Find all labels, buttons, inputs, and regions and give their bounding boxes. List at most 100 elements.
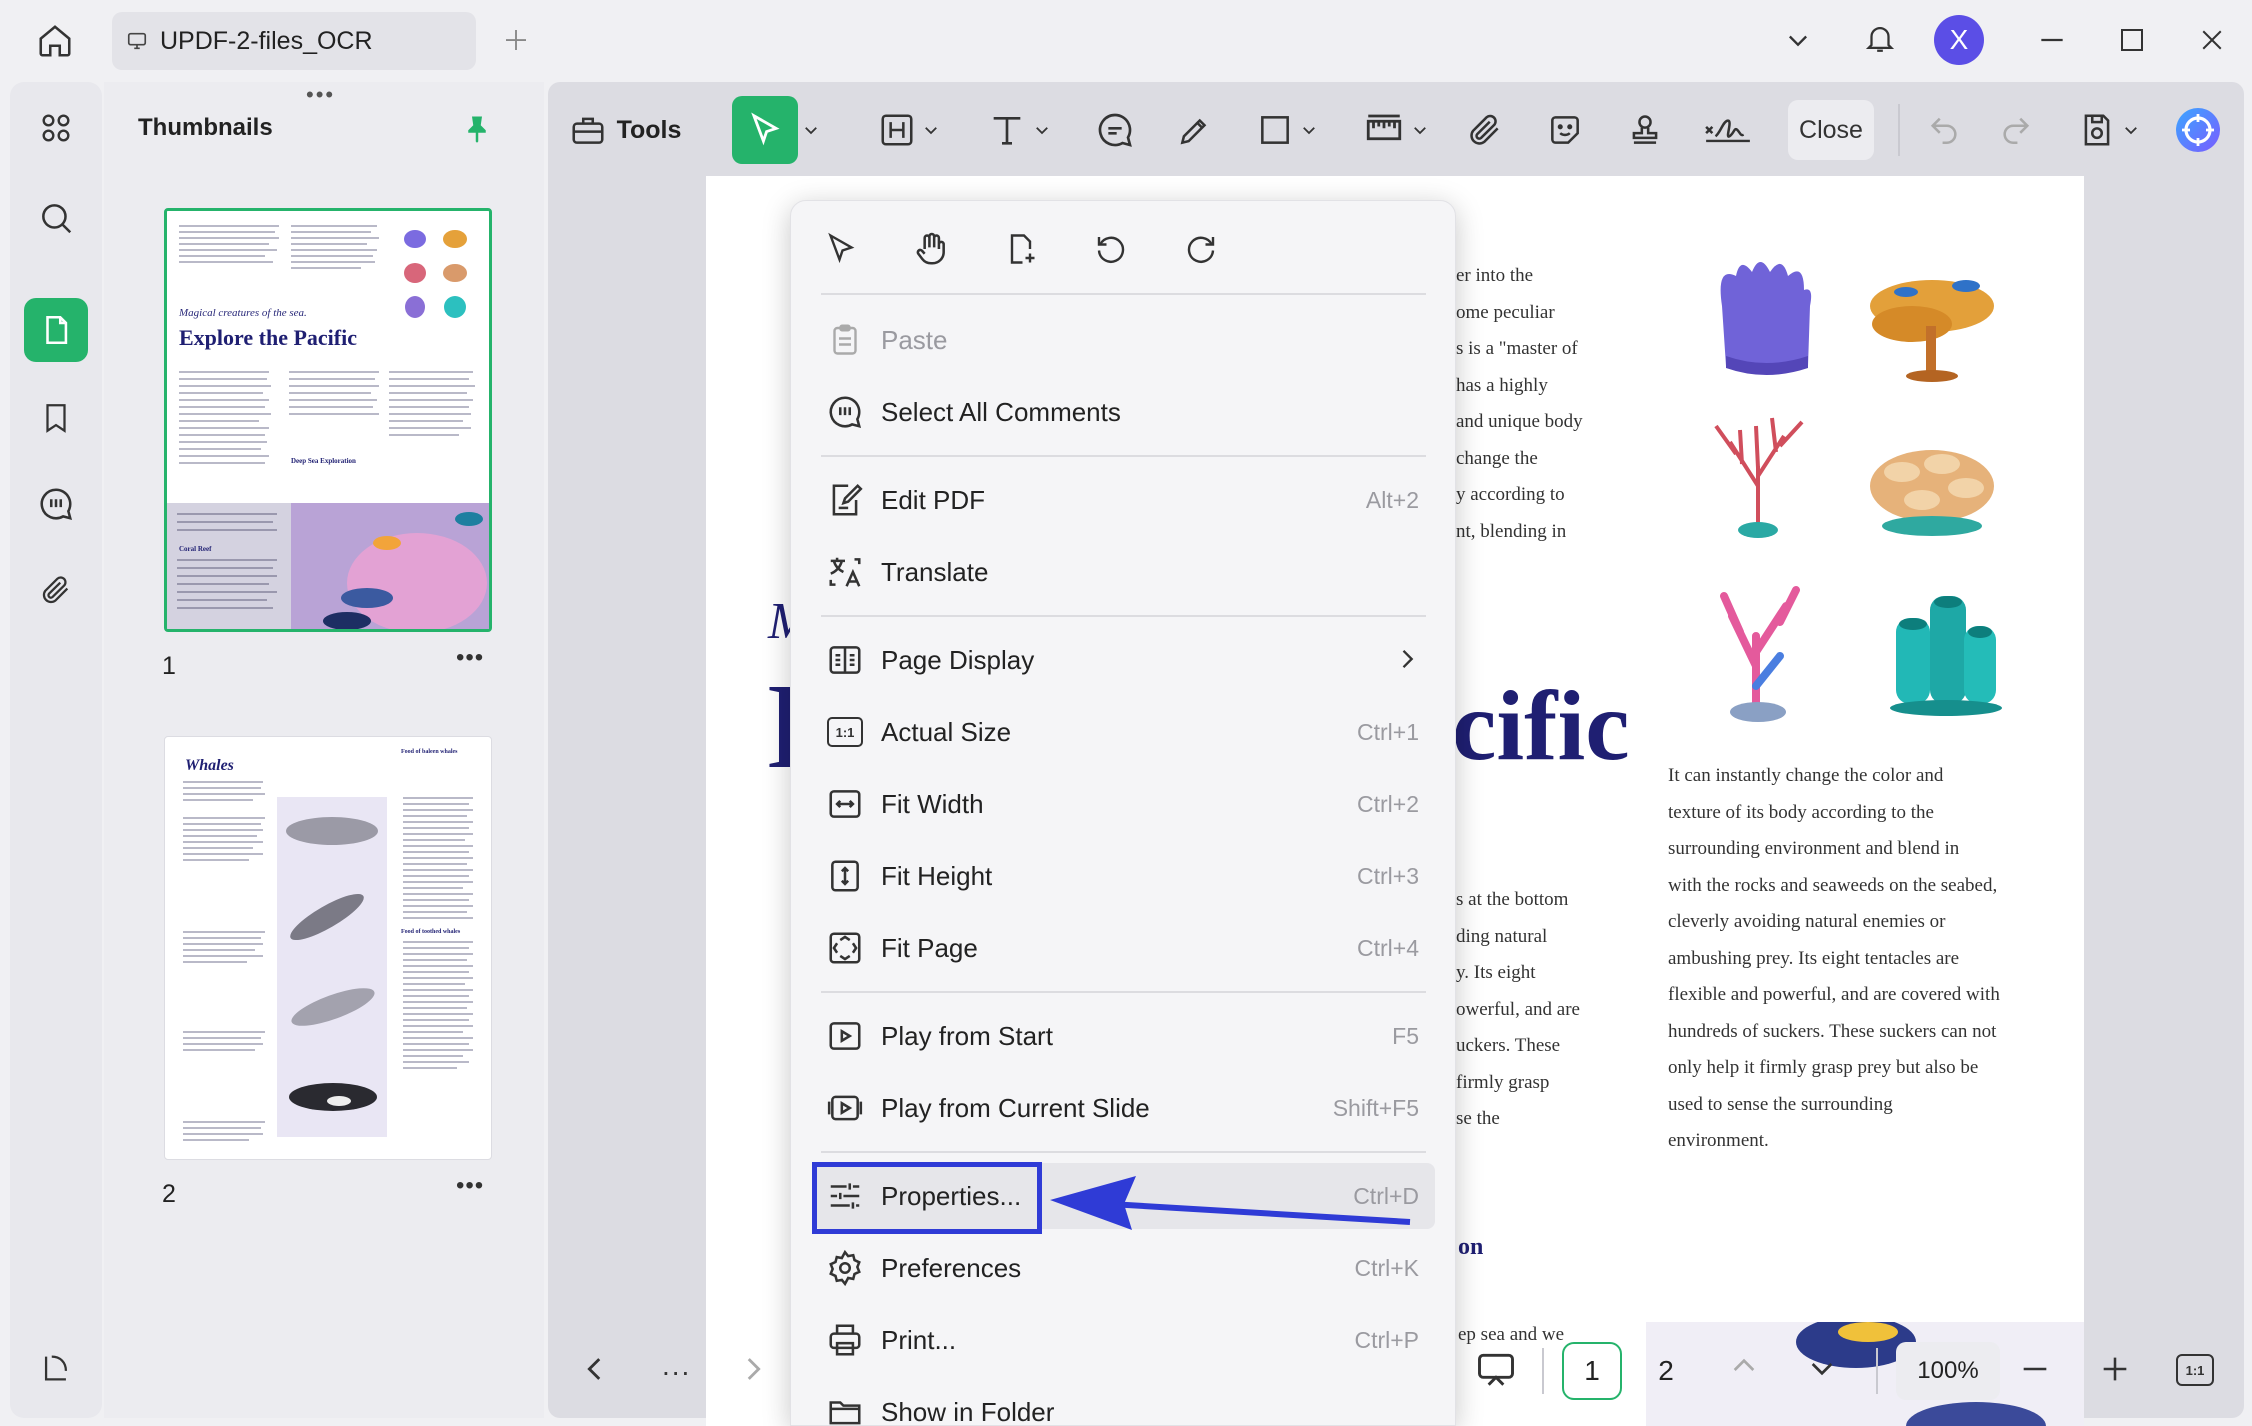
text-tool-icon[interactable]	[974, 92, 1064, 168]
menu-item-fit-page[interactable]: Fit Page Ctrl+4	[813, 915, 1435, 981]
page-button-2[interactable]: 2	[1636, 1342, 1696, 1400]
menu-item-page-display[interactable]: Page Display	[813, 627, 1435, 693]
tools-button[interactable]: Tools	[562, 92, 688, 168]
folder-icon	[823, 1390, 867, 1426]
comment-tool-icon[interactable]	[1082, 92, 1148, 168]
chevron-down-icon[interactable]	[1778, 20, 1818, 60]
updf-logo-icon[interactable]	[24, 1336, 88, 1400]
add-page-icon[interactable]	[995, 223, 1047, 275]
chevron-left-icon[interactable]	[578, 1352, 612, 1386]
document-tab[interactable]: UPDF-2-files_OCR	[112, 12, 476, 70]
menu-item-show-in-folder[interactable]: Show in Folder	[813, 1379, 1435, 1426]
attachment-icon[interactable]	[24, 558, 88, 622]
context-menu: Paste Select All Comments Edit PDF Alt+2…	[790, 200, 1456, 1426]
thumb-text-lines	[179, 371, 479, 501]
menu-item-print[interactable]: Print... Ctrl+P	[813, 1307, 1435, 1373]
stamp-tool-icon[interactable]	[1612, 92, 1678, 168]
save-icon[interactable]	[2064, 92, 2154, 168]
rotate-right-icon[interactable]	[1175, 223, 1227, 275]
presentation-icon[interactable]	[1474, 1348, 1518, 1392]
new-tab-plus-icon[interactable]	[496, 20, 536, 60]
translate-icon	[823, 550, 867, 594]
chevron-down-icon[interactable]	[1806, 1352, 1838, 1384]
zoom-out-icon[interactable]	[2018, 1352, 2052, 1386]
actual-size-icon: 1:1	[823, 710, 867, 754]
bottom-divider	[1876, 1348, 1878, 1394]
bottom-nav-right: 1 2 100% 1:1	[1456, 1334, 2236, 1406]
redo-icon[interactable]	[1986, 92, 2046, 168]
undo-icon[interactable]	[1914, 92, 1974, 168]
measure-tool-icon[interactable]	[1348, 92, 1444, 168]
menu-separator	[821, 455, 1426, 457]
thumbnails-icon[interactable]	[24, 298, 88, 362]
menu-separator	[821, 293, 1426, 295]
rectangle-tool-icon[interactable]	[1242, 92, 1332, 168]
drag-handle[interactable]: •••	[306, 82, 335, 108]
menu-item-play-from-start[interactable]: Play from Start F5	[813, 1003, 1435, 1069]
thumbnails-panel: ••• Thumbnails Magical creatures of the …	[104, 82, 544, 1418]
pink-blue-coral-image	[1720, 586, 1800, 722]
thumbnails-title: Thumbnails	[138, 114, 273, 141]
bell-icon[interactable]	[1858, 16, 1902, 60]
pin-icon[interactable]	[462, 112, 492, 146]
toolbox-icon	[569, 111, 607, 149]
page-button-1[interactable]: 1	[1562, 1342, 1622, 1400]
thumb-text-lines	[179, 225, 283, 295]
search-icon[interactable]	[24, 186, 88, 250]
menu-item-paste[interactable]: Paste	[813, 307, 1435, 373]
hand-tool-icon[interactable]	[905, 223, 957, 275]
annotation-arrow	[1050, 1176, 1411, 1230]
menu-item-translate[interactable]: Translate	[813, 539, 1435, 605]
thumb-section-heading: Deep Sea Exploration	[291, 457, 356, 465]
menu-item-fit-width[interactable]: Fit Width Ctrl+2	[813, 771, 1435, 837]
coral-illustration-grid	[1696, 246, 2056, 776]
maximize-icon[interactable]	[2112, 20, 2152, 60]
thumb-bottom-image	[167, 503, 489, 629]
page-thumbnail-1[interactable]: Magical creatures of the sea. Explore th…	[164, 208, 492, 632]
avatar[interactable]: X	[1934, 15, 1984, 65]
attachment-tool-icon[interactable]	[1452, 92, 1518, 168]
menu-item-select-all-comments[interactable]: Select All Comments	[813, 379, 1435, 445]
fit-width-icon	[823, 782, 867, 826]
signature-tool-icon[interactable]	[1690, 92, 1766, 168]
close-tool-button[interactable]: Close	[1788, 100, 1874, 160]
chevron-up-icon[interactable]	[1728, 1350, 1760, 1382]
page-number-2: 2	[162, 1180, 176, 1208]
apps-grid-icon[interactable]	[24, 96, 88, 160]
select-tool-button[interactable]	[732, 96, 798, 164]
page-thumbnail-2[interactable]: Whales Food of baleen whales Food of too…	[164, 736, 492, 1160]
menu-item-actual-size[interactable]: 1:1 Actual Size Ctrl+1	[813, 699, 1435, 765]
close-window-icon[interactable]	[2192, 20, 2232, 60]
minimize-icon[interactable]	[2032, 20, 2072, 60]
monitor-icon	[126, 30, 148, 52]
bookmark-icon[interactable]	[24, 386, 88, 450]
mid-bottom-text: s at the bottom ding natural y. Its eigh…	[1456, 889, 1580, 1129]
red-coral-image	[1714, 417, 1804, 538]
right-column-text: It can instantly change the color and te…	[1668, 765, 2000, 1151]
menu-item-fit-height[interactable]: Fit Height Ctrl+3	[813, 843, 1435, 909]
zoom-level[interactable]: 100%	[1896, 1342, 2000, 1400]
zoom-in-icon[interactable]	[2098, 1352, 2132, 1386]
fit-page-icon	[823, 926, 867, 970]
rotate-left-icon[interactable]	[1085, 223, 1137, 275]
thumb-section-heading: Coral Reef	[179, 545, 212, 553]
ai-assistant-icon[interactable]	[2168, 92, 2228, 168]
sticker-tool-icon[interactable]	[1532, 92, 1598, 168]
more-button[interactable]: ...	[662, 1350, 691, 1382]
chevron-down-icon[interactable]	[798, 92, 824, 168]
menu-item-edit-pdf[interactable]: Edit PDF Alt+2	[813, 467, 1435, 533]
home-icon[interactable]	[30, 16, 80, 66]
chevron-right-icon[interactable]	[736, 1352, 770, 1386]
select-arrow-icon[interactable]	[815, 223, 867, 275]
menu-item-play-from-current-slide[interactable]: Play from Current Slide Shift+F5	[813, 1075, 1435, 1141]
actual-size-icon[interactable]: 1:1	[2176, 1354, 2214, 1386]
page-2-more-icon[interactable]: •••	[456, 1172, 484, 1200]
menu-item-preferences[interactable]: Preferences Ctrl+K	[813, 1235, 1435, 1301]
heading-tool-icon[interactable]	[866, 92, 952, 168]
page-1-more-icon[interactable]: •••	[456, 644, 484, 672]
bottom-nav-left: ...	[566, 1334, 806, 1406]
pen-tool-icon[interactable]	[1162, 92, 1228, 168]
comment-icon[interactable]	[24, 472, 88, 536]
fit-height-icon	[823, 854, 867, 898]
play-icon	[823, 1014, 867, 1058]
